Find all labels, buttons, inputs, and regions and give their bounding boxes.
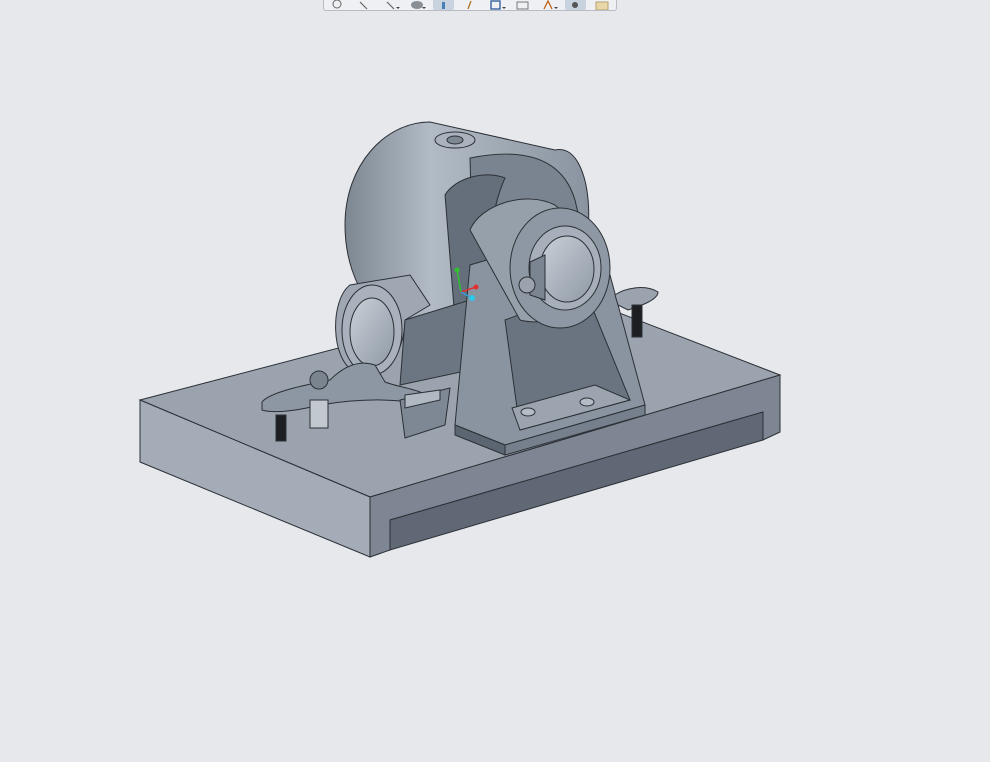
graphics-viewport[interactable]	[0, 0, 990, 762]
fixture-assembly-model[interactable]	[0, 0, 990, 762]
